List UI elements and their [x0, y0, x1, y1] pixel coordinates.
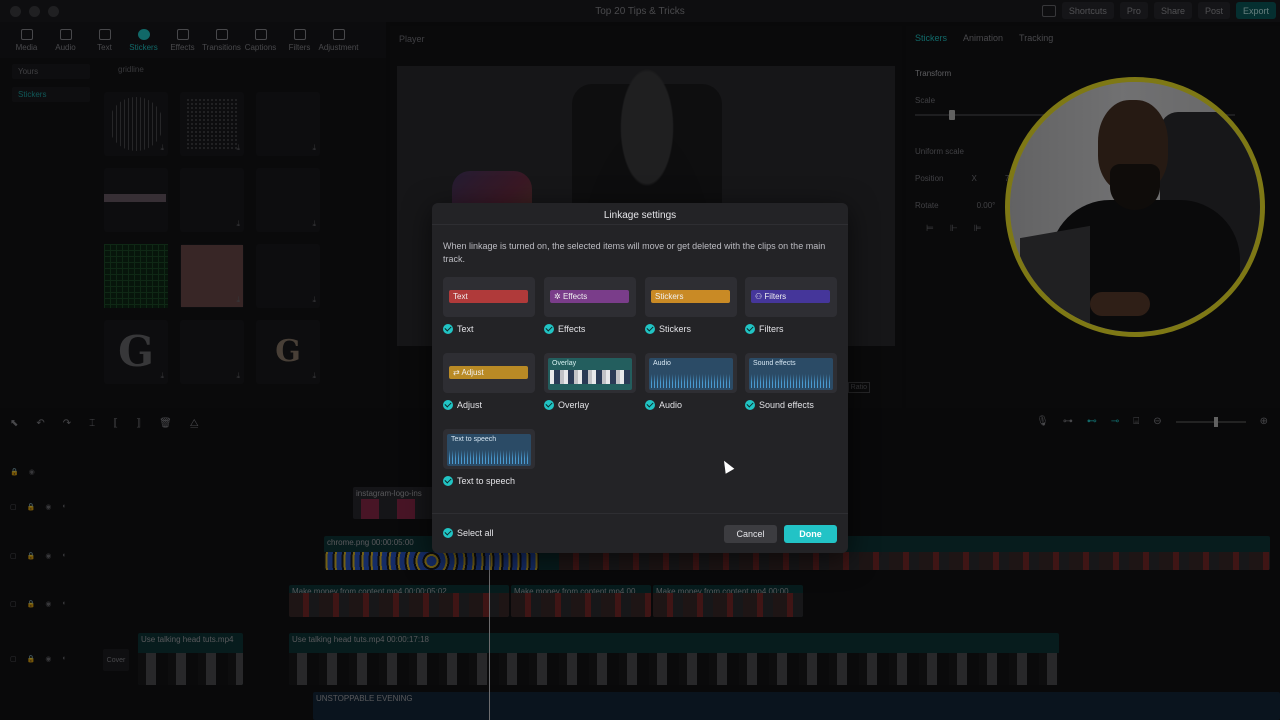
capcut-window: Top 20 Tips & Tricks Shortcuts Pro Share…: [0, 0, 1280, 720]
option-pill-label: Audio: [653, 360, 671, 367]
option-row: Effects: [544, 324, 636, 334]
overlay-strip: [550, 370, 630, 384]
checkbox-checked-icon[interactable]: [443, 476, 453, 486]
option-card: ⚇ Filters: [745, 277, 837, 317]
checkbox-checked-icon[interactable]: [544, 400, 554, 410]
option-label: Text: [457, 324, 474, 334]
option-row: Sound effects: [745, 400, 837, 410]
option-pill-label: Adjust: [461, 368, 484, 377]
checkbox-checked-icon[interactable]: [745, 324, 755, 334]
effects-sparkle-icon: ✲: [554, 292, 563, 301]
linkage-option-text-to-speech[interactable]: Text to speech Text to speech: [443, 429, 535, 486]
overlay-thumbnail: Overlay: [548, 358, 632, 390]
option-card: ⇄ Adjust: [443, 353, 535, 393]
option-row: Adjust: [443, 400, 535, 410]
linkage-option-filters[interactable]: ⚇ Filters Filters: [745, 277, 837, 334]
option-label: Filters: [759, 324, 784, 334]
option-card: ✲ Effects: [544, 277, 636, 317]
linkage-option-audio[interactable]: Audio Audio: [645, 353, 737, 410]
waveform-bars: [651, 374, 731, 388]
checkbox-checked-icon[interactable]: [645, 324, 655, 334]
linkage-option-overlay[interactable]: Overlay Overlay: [544, 353, 636, 410]
linkage-option-sound-effects[interactable]: Sound effects Sound effects: [745, 353, 837, 410]
linkage-settings-dialog: Linkage settings When linkage is turned …: [432, 203, 848, 553]
option-label: Overlay: [558, 400, 590, 410]
dialog-footer: Select all Cancel Done: [432, 513, 848, 553]
option-pill: Stickers: [651, 290, 730, 303]
option-pill-label: Overlay: [552, 360, 577, 367]
option-pill-label: Filters: [764, 292, 787, 301]
checkbox-checked-icon[interactable]: [443, 400, 453, 410]
option-label: Effects: [558, 324, 586, 334]
option-label: Sound effects: [759, 400, 814, 410]
done-button[interactable]: Done: [784, 525, 837, 543]
option-row: Text: [443, 324, 535, 334]
linkage-option-effects[interactable]: ✲ Effects Effects: [544, 277, 636, 334]
linkage-option-adjust[interactable]: ⇄ Adjust Adjust: [443, 353, 535, 410]
linkage-option-text[interactable]: Text Text: [443, 277, 535, 334]
tts-waveform: Text to speech: [447, 434, 531, 466]
filters-icon: ⚇: [755, 292, 765, 301]
option-card: Sound effects: [745, 353, 837, 393]
checkbox-checked-icon[interactable]: [544, 324, 554, 334]
dialog-title: Linkage settings: [432, 203, 848, 225]
option-row: Filters: [745, 324, 837, 334]
sound-effects-waveform: Sound effects: [749, 358, 833, 390]
select-all-checkbox[interactable]: Select all: [443, 528, 494, 538]
option-pill: ✲ Effects: [550, 290, 629, 303]
checkbox-checked-icon[interactable]: [443, 324, 453, 334]
option-pill: ⚇ Filters: [751, 290, 830, 303]
option-row: Stickers: [645, 324, 737, 334]
waveform-bars: [449, 450, 529, 464]
option-row: Audio: [645, 400, 737, 410]
option-card: Text to speech: [443, 429, 535, 469]
option-label: Audio: [659, 400, 683, 410]
checkbox-checked-icon[interactable]: [745, 400, 755, 410]
waveform-bars: [751, 374, 831, 388]
checkbox-checked-icon: [443, 528, 453, 538]
option-row: Text to speech: [443, 476, 535, 486]
option-pill-label: Effects: [562, 292, 588, 301]
option-card: Audio: [645, 353, 737, 393]
checkbox-checked-icon[interactable]: [645, 400, 655, 410]
option-card: Stickers: [645, 277, 737, 317]
option-card: Overlay: [544, 353, 636, 393]
option-pill-label: Sound effects: [753, 360, 796, 367]
option-row: Overlay: [544, 400, 636, 410]
option-label: Stickers: [659, 324, 692, 334]
dialog-description: When linkage is turned on, the selected …: [443, 241, 826, 264]
linkage-option-stickers[interactable]: Stickers Stickers: [645, 277, 737, 334]
option-card: Text: [443, 277, 535, 317]
audio-waveform: Audio: [649, 358, 733, 390]
cancel-button[interactable]: Cancel: [724, 525, 777, 543]
option-label: Text to speech: [457, 476, 516, 486]
option-label: Adjust: [457, 400, 483, 410]
select-all-label: Select all: [457, 528, 494, 538]
option-pill: ⇄ Adjust: [449, 366, 528, 379]
option-pill-label: Text to speech: [451, 436, 497, 443]
option-pill: Text: [449, 290, 528, 303]
